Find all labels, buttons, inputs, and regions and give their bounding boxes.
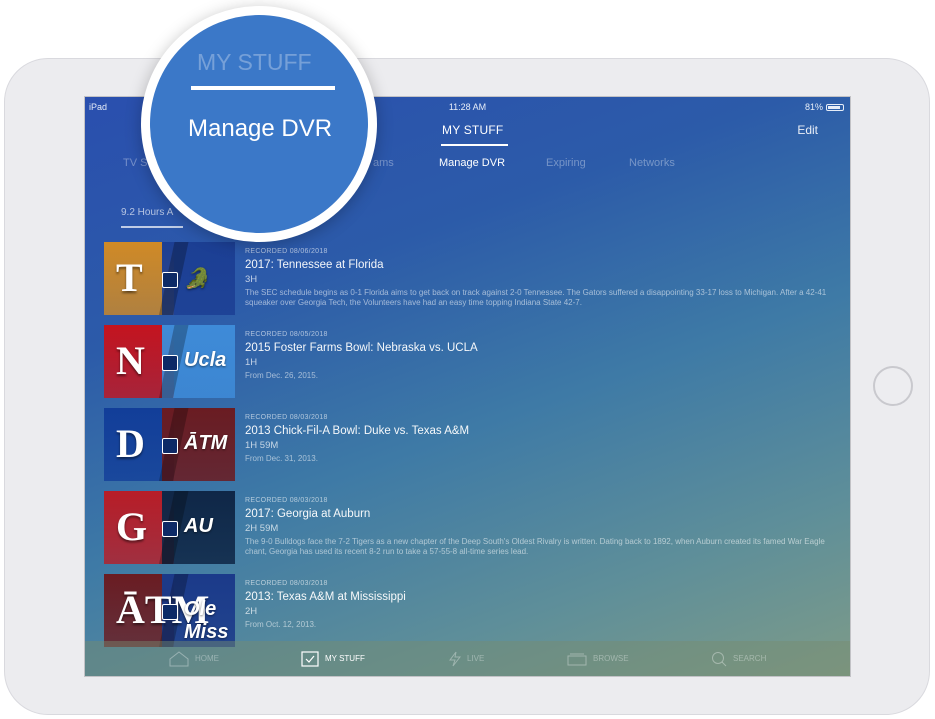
- recording-row[interactable]: ĀTM Ole Miss RECORDED 08/03/2018 2013: T…: [104, 574, 844, 650]
- sec-network-icon: [162, 438, 178, 454]
- magnifier-underline: [191, 86, 335, 90]
- team-right-logo: Ole Miss: [184, 598, 229, 643]
- recording-description: From Oct. 12, 2013.: [245, 620, 317, 629]
- home-button[interactable]: [873, 366, 913, 406]
- recording-duration: 3H: [245, 274, 258, 285]
- team-left-logo: N: [116, 338, 145, 383]
- recording-meta: RECORDED 08/03/2018 2013 Chick-Fil-A Bow…: [245, 414, 844, 464]
- recorded-date: RECORDED 08/03/2018: [245, 497, 328, 504]
- checkbox-icon: [301, 650, 319, 667]
- team-left-logo: G: [116, 504, 148, 549]
- recording-meta: RECORDED 08/06/2018 2017: Tennessee at F…: [245, 248, 844, 308]
- tab-expiring[interactable]: Expiring: [546, 157, 586, 169]
- browse-icon: [567, 652, 587, 666]
- tabbar-home[interactable]: HOME: [169, 641, 219, 676]
- recording-title[interactable]: 2013 Chick-Fil-A Bowl: Duke vs. Texas A&…: [245, 425, 844, 437]
- team-right-logo: Ucla: [184, 349, 227, 371]
- tabbar-browse-label: BROWSE: [593, 654, 629, 663]
- tabbar-search[interactable]: SEARCH: [711, 641, 766, 676]
- recording-title[interactable]: 2013: Texas A&M at Mississippi: [245, 591, 844, 603]
- recording-meta: RECORDED 08/03/2018 2013: Texas A&M at M…: [245, 580, 844, 630]
- recording-thumbnail[interactable]: T 🐊: [104, 242, 235, 315]
- tabbar-live-label: LIVE: [467, 654, 485, 663]
- recording-row[interactable]: T 🐊 RECORDED 08/06/2018 2017: Tennessee …: [104, 242, 844, 318]
- tabbar-search-label: SEARCH: [733, 654, 767, 663]
- recording-thumbnail[interactable]: D ĀTM: [104, 408, 235, 481]
- sec-network-icon: [162, 521, 178, 537]
- tabbar-live[interactable]: LIVE: [449, 641, 484, 676]
- home-icon: [169, 650, 189, 667]
- title-underline: [441, 144, 508, 146]
- tabbar-my-stuff[interactable]: MY STUFF: [301, 641, 365, 676]
- magnifier-callout: MY STUFF Manage DVR: [141, 6, 377, 242]
- recording-description: From Dec. 26, 2015.: [245, 371, 318, 380]
- recording-row[interactable]: D ĀTM RECORDED 08/03/2018 2013 Chick-Fil…: [104, 408, 844, 484]
- tabbar-home-label: HOME: [195, 654, 219, 663]
- sec-network-icon: [162, 355, 178, 371]
- recording-title[interactable]: 2017: Tennessee at Florida: [245, 259, 844, 271]
- magnifier-manage-dvr: Manage DVR: [188, 115, 333, 142]
- recording-thumbnail[interactable]: ĀTM Ole Miss: [104, 574, 235, 647]
- recording-duration: 2H 59M: [245, 523, 279, 534]
- recording-row[interactable]: G AU RECORDED 08/03/2018 2017: Georgia a…: [104, 491, 844, 567]
- sec-network-icon: [162, 272, 178, 288]
- recording-description: The SEC schedule begins as 0-1 Florida a…: [245, 288, 827, 307]
- recording-row[interactable]: N Ucla RECORDED 08/05/2018 2015 Foster F…: [104, 325, 844, 401]
- recordings-list: T 🐊 RECORDED 08/06/2018 2017: Tennessee …: [104, 242, 844, 657]
- recording-meta: RECORDED 08/05/2018 2015 Foster Farms Bo…: [245, 331, 844, 381]
- tab-manage-dvr[interactable]: Manage DVR: [439, 157, 505, 169]
- recorded-date: RECORDED 08/06/2018: [245, 248, 328, 255]
- tab-bar: HOME MY STUFF LIVE BROWSE SEARCH: [85, 641, 850, 676]
- hours-underline: [121, 226, 183, 228]
- battery-icon: [826, 103, 844, 111]
- sec-network-icon: [162, 604, 178, 620]
- recorded-date: RECORDED 08/03/2018: [245, 414, 328, 421]
- recorded-date: RECORDED 08/05/2018: [245, 331, 328, 338]
- recording-meta: RECORDED 08/03/2018 2017: Georgia at Aub…: [245, 497, 844, 557]
- search-icon: [711, 651, 727, 667]
- recording-duration: 2H: [245, 606, 258, 617]
- recording-thumbnail[interactable]: N Ucla: [104, 325, 235, 398]
- tab-networks[interactable]: Networks: [629, 157, 675, 169]
- recording-duration: 1H: [245, 357, 258, 368]
- tab-tv-shows[interactable]: TV S: [123, 157, 147, 169]
- recording-description: From Dec. 31, 2013.: [245, 454, 318, 463]
- tabbar-browse[interactable]: BROWSE: [567, 641, 629, 676]
- recording-duration: 1H 59M: [245, 440, 279, 451]
- team-left-logo: D: [116, 421, 145, 466]
- page-title: MY STUFF: [442, 123, 504, 137]
- battery-percent: 81%: [804, 102, 823, 112]
- hours-label: 9.2 Hours A: [121, 207, 174, 218]
- team-right-logo: AU: [184, 515, 213, 537]
- tabbar-my-stuff-label: MY STUFF: [325, 654, 365, 663]
- recording-thumbnail[interactable]: G AU: [104, 491, 235, 564]
- team-right-logo: 🐊: [184, 268, 209, 290]
- lightning-icon: [449, 651, 461, 667]
- recording-title[interactable]: 2017: Georgia at Auburn: [245, 508, 844, 520]
- recording-title[interactable]: 2015 Foster Farms Bowl: Nebraska vs. UCL…: [245, 342, 844, 354]
- edit-button[interactable]: Edit: [797, 123, 818, 137]
- recording-description: The 9-0 Bulldogs face the 7-2 Tigers as …: [245, 537, 825, 556]
- team-right-logo: ĀTM: [184, 432, 228, 454]
- recorded-date: RECORDED 08/03/2018: [245, 580, 328, 587]
- tab-teams[interactable]: ams: [373, 157, 394, 169]
- magnifier-my-stuff: MY STUFF: [197, 49, 312, 75]
- team-left-logo: T: [116, 255, 143, 300]
